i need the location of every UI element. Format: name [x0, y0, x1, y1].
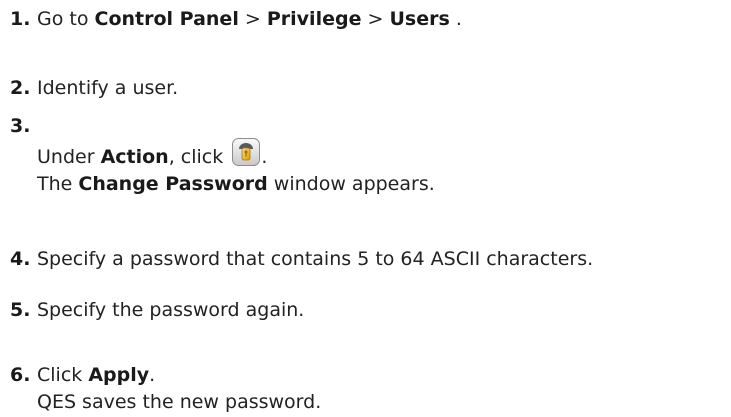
step-line-2: The Change Password window appears. — [37, 171, 435, 198]
path-separator: > — [244, 8, 261, 30]
step-text-mid: , click — [168, 146, 224, 168]
change-password-key-icon — [231, 137, 261, 167]
step-line-1: Under Action, click . — [37, 137, 435, 171]
step-text-suffix: . — [455, 8, 462, 30]
step-text: Identify a user. — [37, 77, 179, 99]
step-number: 2. — [10, 77, 31, 99]
step-number: 4. — [10, 248, 31, 270]
step-text-suffix: . — [149, 364, 156, 386]
step-line-1: Click Apply. — [37, 362, 321, 389]
step-text-suffix: window appears. — [273, 173, 435, 195]
path-control-panel: Control Panel — [94, 8, 239, 30]
step-text-prefix: Under — [37, 146, 95, 168]
step-text-prefix: Go to — [37, 8, 89, 30]
step-text-suffix: . — [261, 146, 268, 168]
step-number: 3. — [10, 115, 31, 137]
step-text-prefix: Click — [37, 364, 83, 386]
step-text: Click Apply. QES saves the new password. — [37, 362, 321, 416]
path-privilege: Privilege — [266, 8, 362, 30]
step-number: 5. — [10, 299, 31, 321]
step-text: Under Action, click . The Change Passwor… — [37, 137, 435, 198]
step-line-2: QES saves the new password. — [37, 391, 322, 413]
apply-label: Apply — [88, 364, 150, 386]
path-users: Users — [389, 8, 450, 30]
action-label: Action — [100, 146, 169, 168]
step-number: 1. — [10, 8, 31, 30]
step-text-prefix: The — [37, 173, 73, 195]
step-text: Go to Control Panel > Privilege > Users … — [37, 6, 462, 33]
path-separator: > — [367, 8, 384, 30]
step-text: Specify the password again. — [37, 299, 305, 321]
step-number: 6. — [10, 364, 31, 386]
window-name: Change Password — [78, 173, 268, 195]
step-text: Specify a password that contains 5 to 64… — [37, 248, 594, 270]
